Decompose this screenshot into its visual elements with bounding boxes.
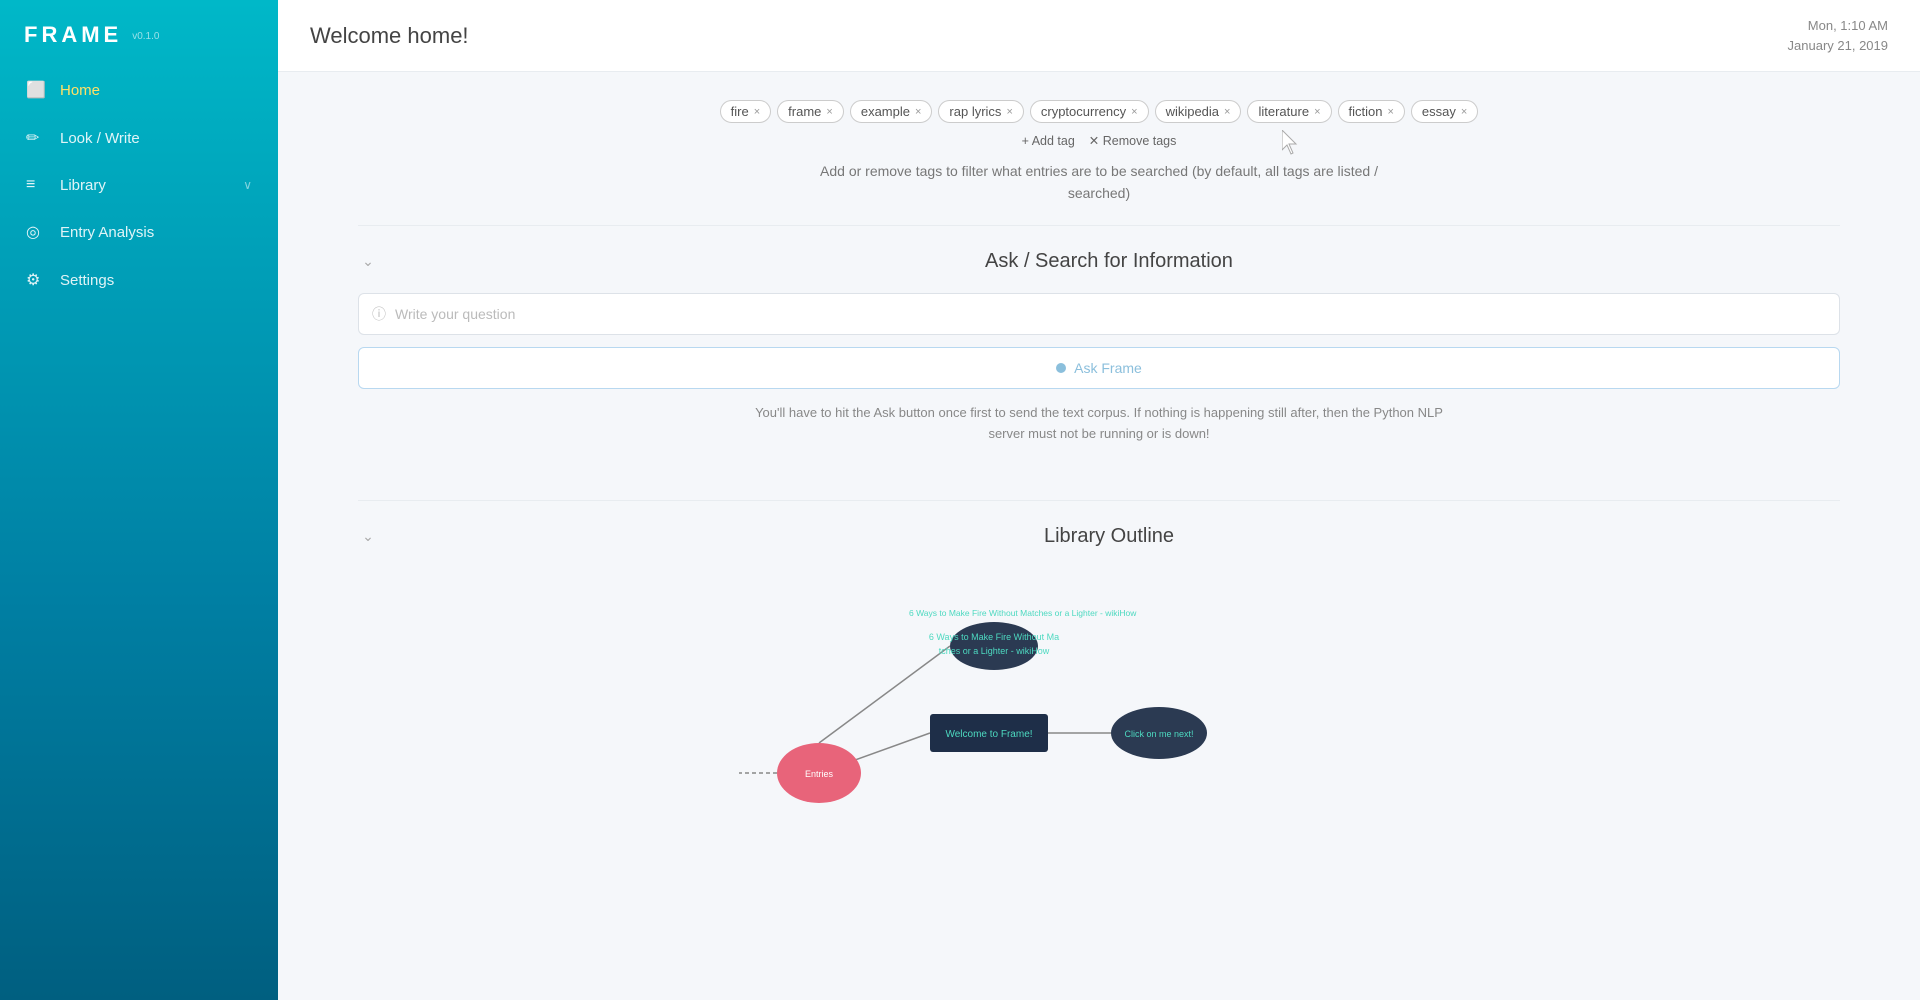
graph-node-wikihow[interactable]: 6 Ways to Make Fire Without Ma tches or a…	[929, 622, 1059, 670]
tag-label: fiction	[1349, 104, 1383, 119]
tag-chip-example[interactable]: example ×	[850, 100, 933, 123]
sidebar-item-entry-analysis[interactable]: ◎ Entry Analysis	[0, 208, 278, 256]
tag-label: fire	[731, 104, 749, 119]
sidebar-item-look-write[interactable]: ✏ Look / Write	[0, 114, 278, 162]
logo-area: FRAME v0.1.0	[0, 0, 278, 66]
header: Welcome home! Mon, 1:10 AM January 21, 2…	[278, 0, 1920, 72]
tag-remove-cryptocurrency[interactable]: ×	[1131, 106, 1137, 118]
content-area: fire×frame×example×rap lyrics×cryptocurr…	[278, 72, 1920, 1000]
remove-tags-button[interactable]: ✕ Remove tags	[1089, 133, 1177, 148]
main-content: Welcome home! Mon, 1:10 AM January 21, 2…	[278, 0, 1920, 1000]
svg-text:Welcome to Frame!: Welcome to Frame!	[945, 729, 1032, 740]
sidebar-item-label-settings: Settings	[60, 272, 114, 289]
version-text: v0.1.0	[132, 31, 159, 42]
tag-remove-essay[interactable]: ×	[1461, 106, 1467, 118]
sidebar-item-settings[interactable]: ⚙ Settings	[0, 256, 278, 304]
tag-label: literature	[1258, 104, 1309, 119]
graph-node-welcome[interactable]: Welcome to Frame!	[930, 714, 1048, 752]
home-icon: ⬜	[26, 80, 46, 100]
tag-chip-fire[interactable]: fire ×	[720, 100, 772, 123]
graph-node-entries[interactable]: Entries	[777, 743, 861, 803]
tag-chip-rap-lyrics[interactable]: rap lyrics ×	[938, 100, 1023, 123]
library-section: Entries 6 Ways to Make Fire Without Ma tch…	[278, 558, 1920, 882]
sidebar-item-label-home: Home	[60, 82, 100, 99]
add-tag-button[interactable]: + Add tag	[1022, 134, 1075, 148]
sidebar-item-library[interactable]: ≡ Library ∨	[0, 162, 278, 208]
ask-hint: You'll have to hit the Ask button once f…	[749, 403, 1449, 445]
sidebar-item-label-look-write: Look / Write	[60, 130, 140, 147]
library-expand-arrow: ∨	[243, 178, 252, 192]
svg-text:tches or a Lighter - wikiHow: tches or a Lighter - wikiHow	[939, 646, 1050, 656]
tag-actions: + Add tag ✕ Remove tags	[358, 133, 1840, 148]
ask-btn-dot	[1056, 363, 1066, 373]
sidebar-item-home[interactable]: ⬜ Home	[0, 66, 278, 114]
tag-remove-fire[interactable]: ×	[754, 106, 760, 118]
tag-chip-fiction[interactable]: fiction ×	[1338, 100, 1405, 123]
ask-frame-button[interactable]: Ask Frame	[358, 347, 1840, 389]
datetime-line1: Mon, 1:10 AM	[1788, 16, 1888, 36]
library-icon: ≡	[26, 176, 46, 194]
tags-row: fire×frame×example×rap lyrics×cryptocurr…	[358, 100, 1840, 123]
svg-text:Entries: Entries	[805, 769, 834, 779]
library-graph: Entries 6 Ways to Make Fire Without Ma tch…	[358, 558, 1840, 858]
ask-input-wrapper: ⓘ	[358, 293, 1840, 335]
tag-label: frame	[788, 104, 821, 119]
tag-remove-wikipedia[interactable]: ×	[1224, 106, 1230, 118]
tag-remove-literature[interactable]: ×	[1314, 106, 1320, 118]
tag-chip-literature[interactable]: literature ×	[1247, 100, 1331, 123]
tag-remove-example[interactable]: ×	[915, 106, 921, 118]
svg-text:Click on me next!: Click on me next!	[1124, 729, 1193, 739]
wikihow-label: 6 Ways to Make Fire Without Matches or a…	[909, 608, 1137, 618]
sidebar-item-label-entry-analysis: Entry Analysis	[60, 224, 154, 241]
tag-label: rap lyrics	[949, 104, 1001, 119]
tags-hint: Add or remove tags to filter what entrie…	[799, 160, 1399, 205]
question-icon: ⓘ	[372, 304, 386, 324]
graph-node-clickme[interactable]: Click on me next!	[1111, 707, 1207, 759]
logo-text: FRAME	[24, 22, 122, 48]
ask-section: ⓘ Ask Frame You'll have to hit the Ask b…	[278, 293, 1920, 477]
ask-section-title: Ask / Search for Information	[378, 250, 1840, 273]
tag-chip-wikipedia[interactable]: wikipedia ×	[1155, 100, 1242, 123]
nav-menu: ⬜ Home ✏ Look / Write ≡ Library ∨ ◎ Entry Analys…	[0, 66, 278, 304]
library-collapse-arrow[interactable]: ⌄	[358, 527, 378, 547]
settings-icon: ⚙	[26, 270, 46, 290]
tag-remove-fiction[interactable]: ×	[1387, 106, 1393, 118]
tag-label: wikipedia	[1166, 104, 1219, 119]
tag-label: example	[861, 104, 910, 119]
tag-label: essay	[1422, 104, 1456, 119]
page-title: Welcome home!	[310, 23, 469, 49]
tag-chip-frame[interactable]: frame ×	[777, 100, 844, 123]
datetime-line2: January 21, 2019	[1788, 36, 1888, 56]
ask-collapse-arrow[interactable]: ⌄	[358, 251, 378, 271]
tag-remove-rap-lyrics[interactable]: ×	[1006, 106, 1012, 118]
look-write-icon: ✏	[26, 128, 46, 148]
tag-remove-frame[interactable]: ×	[826, 106, 832, 118]
library-section-title: Library Outline	[378, 525, 1840, 548]
svg-text:6 Ways to Make Fire Without Ma: 6 Ways to Make Fire Without Ma	[929, 632, 1059, 642]
tag-chip-essay[interactable]: essay ×	[1411, 100, 1478, 123]
sidebar: FRAME v0.1.0 ⬜ Home ✏ Look / Write ≡ Library ∨…	[0, 0, 278, 1000]
entry-analysis-icon: ◎	[26, 222, 46, 242]
datetime-display: Mon, 1:10 AM January 21, 2019	[1788, 16, 1888, 55]
tags-section: fire×frame×example×rap lyrics×cryptocurr…	[278, 100, 1920, 225]
tag-label: cryptocurrency	[1041, 104, 1126, 119]
graph-area: Entries 6 Ways to Make Fire Without Ma tch…	[358, 558, 1840, 858]
tag-chip-cryptocurrency[interactable]: cryptocurrency ×	[1030, 100, 1149, 123]
sidebar-item-label-library: Library	[60, 177, 106, 194]
ask-button-label: Ask Frame	[1074, 360, 1142, 376]
ask-input[interactable]	[358, 293, 1840, 335]
